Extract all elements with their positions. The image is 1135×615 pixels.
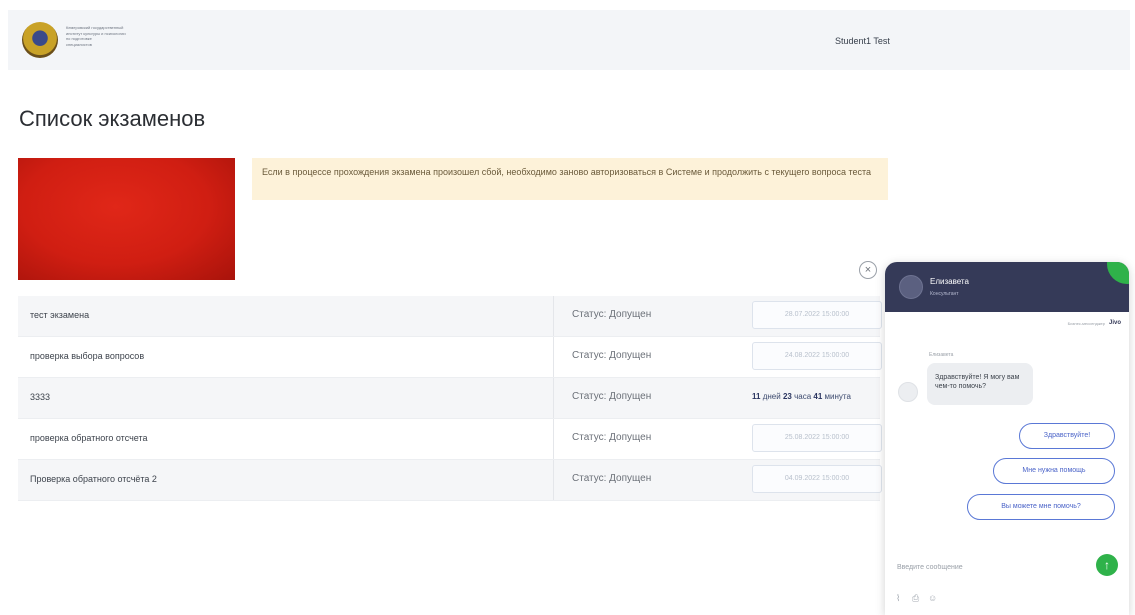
quick-reply-can-you-help[interactable]: Вы можете мне помочь? <box>967 494 1115 520</box>
chat-message-input[interactable] <box>895 559 1079 575</box>
agent-avatar <box>899 275 923 299</box>
exam-start-button[interactable]: 25.08.2022 15:00:00 <box>752 424 882 452</box>
jivo-logo[interactable]: Jivo <box>1109 320 1121 326</box>
exam-status: Статус: Допущен <box>572 432 652 443</box>
exam-status: Статус: Допущен <box>572 391 652 402</box>
emoji-icon[interactable]: ☺ <box>928 593 937 603</box>
countdown-days-label: дней <box>762 392 781 401</box>
countdown-hours: 23 <box>782 392 792 401</box>
exam-name: тест экзамена <box>30 310 90 320</box>
column-divider <box>553 460 554 500</box>
close-chat-icon[interactable]: × <box>859 261 877 279</box>
table-row: тест экзамена Статус: Допущен 28.07.2022… <box>18 296 882 337</box>
powered-by: Бизнес-мессенджер <box>1067 321 1105 326</box>
chat-message: Здравствуйте! Я могу вам чем-то помочь? <box>927 363 1033 405</box>
table-row: 3333 Статус: Допущен 11 дней 23 часа 41 … <box>18 378 880 419</box>
exam-name: проверка выбора вопросов <box>30 351 145 361</box>
exam-countdown: 11 дней 23 часа 41 минута <box>752 392 851 401</box>
table-row: Проверка обратного отсчёта 2 Статус: Доп… <box>18 460 882 501</box>
countdown-hours-label: часа <box>794 392 812 401</box>
banner-image <box>18 158 235 280</box>
message-avatar <box>898 382 918 402</box>
notice-message: Если в процессе прохождения экзамена про… <box>252 158 888 200</box>
send-icon[interactable]: ↑ <box>1096 554 1118 576</box>
countdown-minutes-label: минута <box>824 392 851 401</box>
countdown-days: 11 <box>752 392 761 401</box>
column-divider <box>553 378 554 418</box>
attach-icon[interactable]: ⌇ <box>896 593 900 603</box>
page-title: Список экзаменов <box>19 106 206 131</box>
column-divider <box>553 296 554 336</box>
exam-start-button[interactable]: 28.07.2022 15:00:00 <box>752 301 882 329</box>
exam-status: Статус: Допущен <box>572 350 652 361</box>
countdown-minutes: 41 <box>813 392 823 401</box>
agent-name: Елизавета <box>930 277 969 286</box>
table-row: проверка обратного отсчета Статус: Допущ… <box>18 419 882 460</box>
institute-logo[interactable] <box>22 22 58 58</box>
chat-header: Елизавета Консультант <box>885 262 1129 312</box>
column-divider <box>553 337 554 377</box>
exam-table: тест экзамена Статус: Допущен 28.07.2022… <box>18 296 882 501</box>
exam-start-button[interactable]: 04.09.2022 15:00:00 <box>752 465 882 493</box>
quick-reply-hello[interactable]: Здравствуйте! <box>1019 423 1115 449</box>
org-name: Кемеровский государственный институт кул… <box>66 25 126 47</box>
table-row: проверка выбора вопросов Статус: Допущен… <box>18 337 882 378</box>
exam-status: Статус: Допущен <box>572 473 652 484</box>
quick-reply-need-help[interactable]: Мне нужна помощь <box>993 458 1115 484</box>
agent-role: Консультант <box>930 291 959 297</box>
user-name[interactable]: Student1 Test <box>835 36 890 46</box>
exam-name: проверка обратного отсчета <box>30 433 148 443</box>
column-divider <box>553 419 554 459</box>
exam-start-button[interactable]: 24.08.2022 15:00:00 <box>752 342 882 370</box>
message-sender: Елизавета <box>929 352 954 358</box>
chat-widget: Елизавета Консультант Бизнес-мессенджер … <box>885 262 1129 615</box>
top-header: Кемеровский государственный институт кул… <box>8 10 1130 70</box>
exam-name: Проверка обратного отсчёта 2 <box>30 474 157 484</box>
file-icon[interactable]: ⎙ <box>912 593 919 603</box>
exam-status: Статус: Допущен <box>572 309 652 320</box>
exam-name: 3333 <box>30 392 51 402</box>
